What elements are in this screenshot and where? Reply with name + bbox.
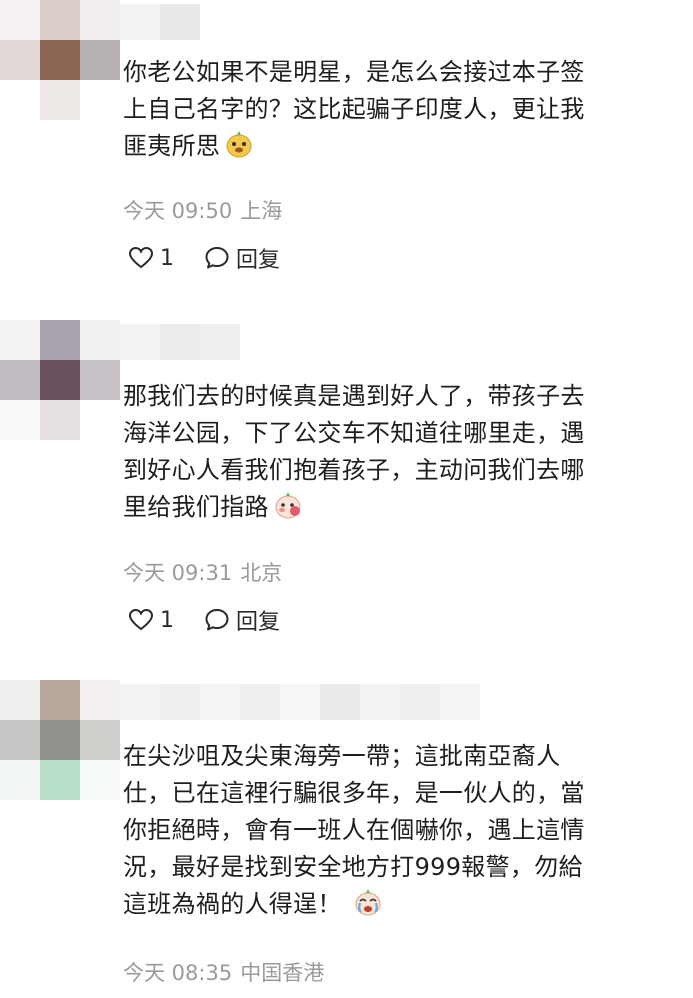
comment-actions: 1 回复 — [128, 604, 280, 636]
username[interactable] — [120, 324, 240, 360]
comment-meta: 今天 08:35 中国香港 — [123, 957, 324, 987]
comment-time: 今天 09:31 — [123, 561, 233, 585]
doge-face-emoji — [223, 128, 255, 171]
avatar[interactable] — [0, 680, 120, 800]
comment-line-last: 匪夷所思 — [123, 128, 663, 171]
comment-location: 北京 — [240, 561, 283, 585]
comment-text: 那我们去的时候真是遇到好人了，带孩子去 海洋公园，下了公交车不知道往哪里走，遇 … — [123, 378, 663, 532]
comment-line: 上自己名字的？这比起骗子印度人，更让我 — [123, 95, 585, 123]
comment-line: 仕，已在這裡行騙很多年，是一伙人的，當 — [123, 779, 585, 807]
username[interactable] — [120, 684, 480, 720]
heart-icon[interactable] — [128, 607, 154, 633]
like-count[interactable]: 1 — [160, 608, 174, 633]
comment-actions: 1 回复 — [128, 242, 280, 274]
reply-button[interactable]: 回复 — [236, 604, 280, 636]
comment-line-last: 里给我们指路 — [123, 489, 663, 532]
avatar[interactable] — [0, 0, 120, 120]
reply-button[interactable]: 回复 — [236, 242, 280, 274]
username[interactable] — [120, 4, 200, 40]
heart-icon[interactable] — [128, 245, 154, 271]
comment-line-text: 匪夷所思 — [123, 132, 221, 160]
comment-location: 上海 — [240, 199, 283, 223]
avatar[interactable] — [0, 320, 120, 440]
comment-meta: 今天 09:50 上海 — [123, 195, 282, 225]
comment-line: 那我们去的时候真是遇到好人了，带孩子去 — [123, 382, 585, 410]
chat-bubble-icon[interactable] — [204, 607, 230, 633]
comment-text: 你老公如果不是明星，是怎么会接过本子签 上自己名字的？这比起骗子印度人，更让我 … — [123, 54, 663, 171]
comment-line: 到好心人看我们抱着孩子，主动问我们去哪 — [123, 456, 585, 484]
comment-time: 今天 08:35 — [123, 961, 233, 985]
comment-line: 況，最好是找到安全地方打999報警，勿給 — [123, 853, 583, 881]
comment-line-text: 里给我们指路 — [123, 493, 269, 521]
comment-text: 在尖沙咀及尖東海旁一帶；這批南亞裔人 仕，已在這裡行騙很多年，是一伙人的，當 你… — [123, 738, 663, 929]
comment-time: 今天 09:50 — [123, 199, 233, 223]
comment-line: 海洋公园，下了公交车不知道往哪里走，遇 — [123, 419, 585, 447]
comment-line: 你拒絕時，會有一班人在個嚇你，遇上這情 — [123, 816, 585, 844]
blush-face-emoji — [272, 489, 304, 532]
comment-line: 你老公如果不是明星，是怎么会接过本子签 — [123, 58, 585, 86]
like-count[interactable]: 1 — [160, 246, 174, 271]
chat-bubble-icon[interactable] — [204, 245, 230, 271]
comment-location: 中国香港 — [240, 961, 325, 985]
crying-face-emoji — [352, 886, 384, 929]
comment-line-last: 這班為禍的人得逞！ — [123, 886, 663, 929]
comment-meta: 今天 09:31 北京 — [123, 557, 282, 587]
comment-line-text: 這班為禍的人得逞！ — [123, 890, 342, 918]
comment-line: 在尖沙咀及尖東海旁一帶；這批南亞裔人 — [123, 742, 561, 770]
